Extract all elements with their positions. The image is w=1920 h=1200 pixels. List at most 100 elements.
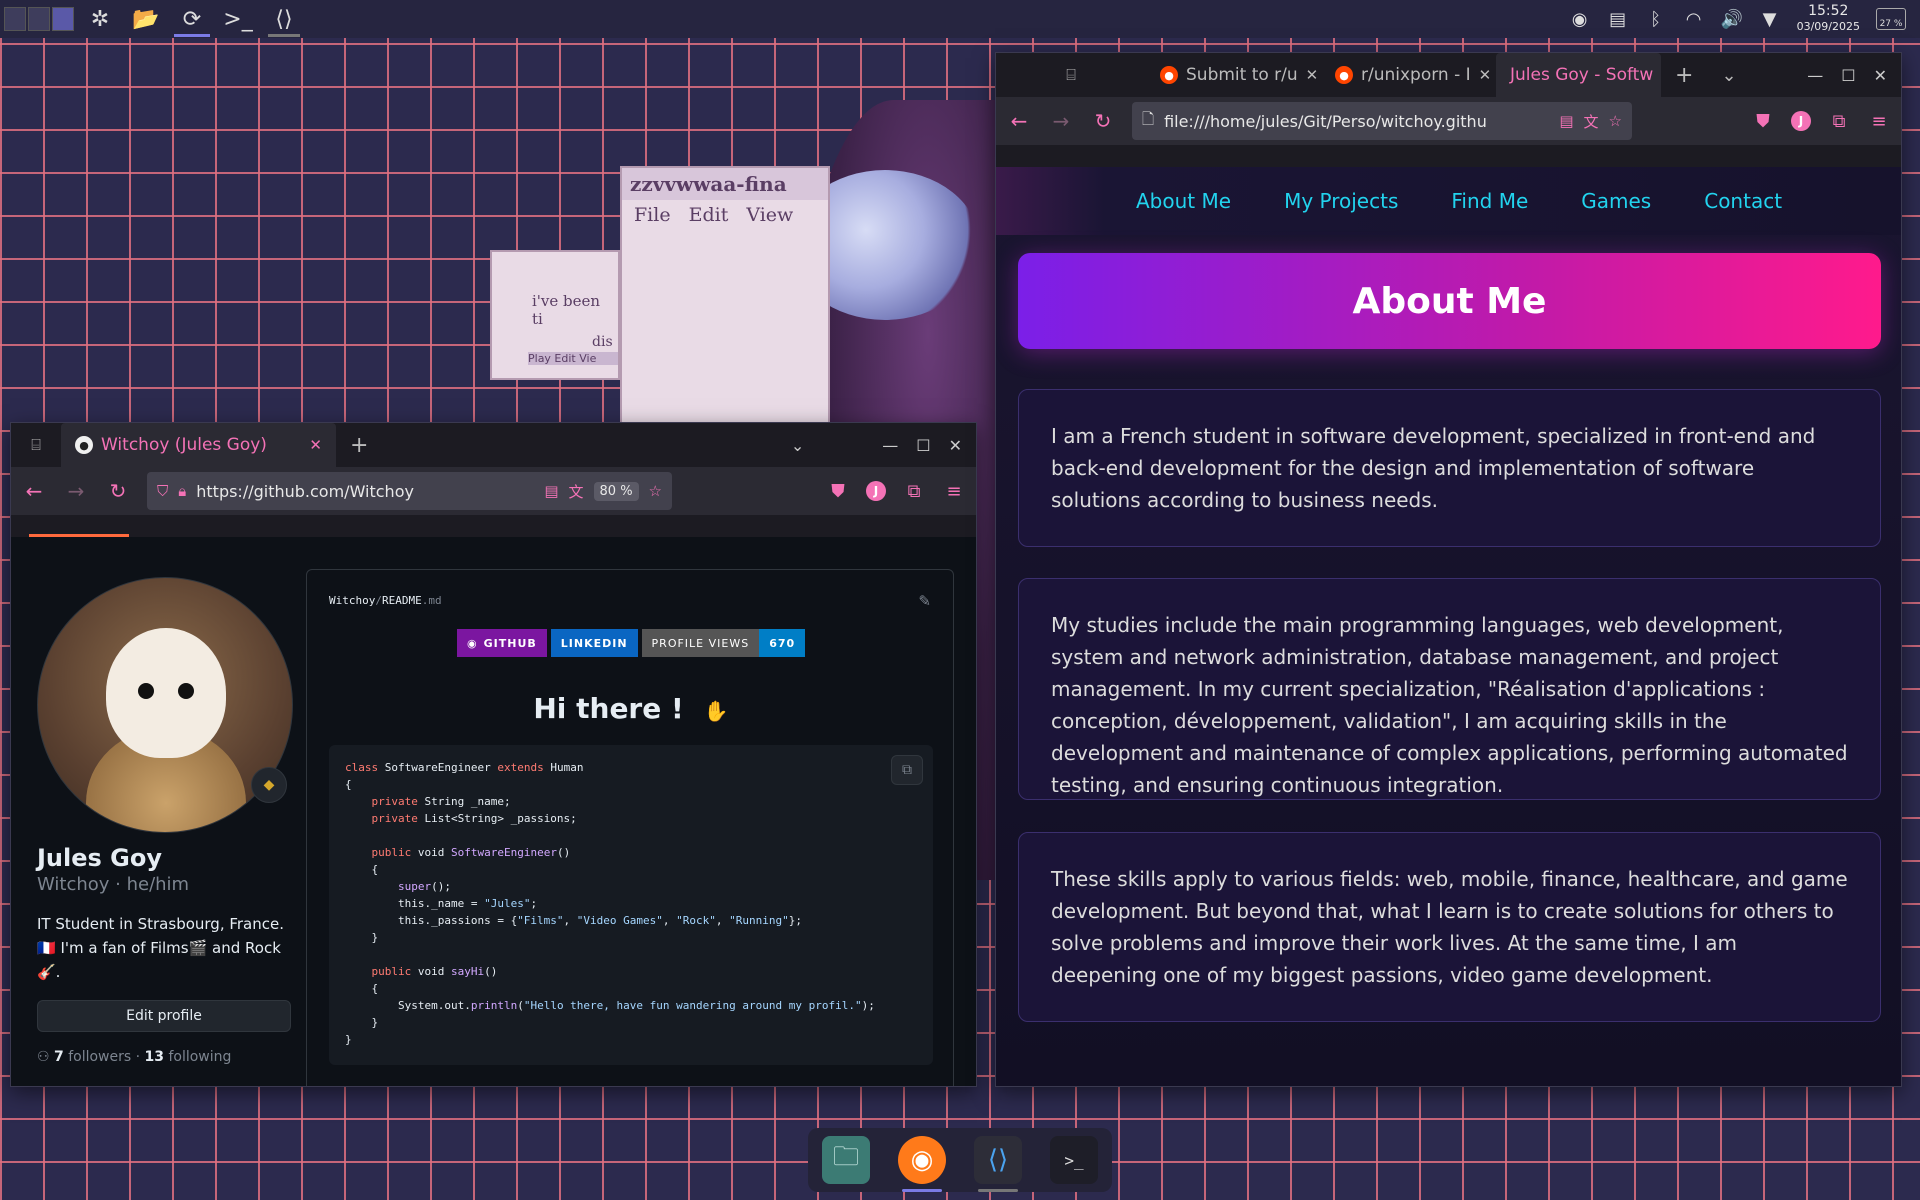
forward-icon[interactable]: → <box>63 479 89 503</box>
tab-unixporn[interactable]: ● r/unixporn - I ✕ <box>1321 53 1496 97</box>
gh-tab-bar: ⌸ ● Witchoy (Jules Goy) ✕ + ⌄ — ☐ ✕ <box>11 423 976 467</box>
tab-list-icon[interactable]: ⌄ <box>1707 65 1750 86</box>
wifi-icon[interactable]: ◠ <box>1683 9 1705 30</box>
terminal-dock-icon[interactable]: >_ <box>1050 1136 1098 1184</box>
tab-list-icon[interactable]: ⌄ <box>791 436 804 455</box>
tray-expand-icon[interactable]: ▼ <box>1759 9 1781 30</box>
copy-code-icon[interactable]: ⧉ <box>891 755 923 785</box>
discover-task-icon[interactable]: ⟳ <box>172 1 212 37</box>
site-tab-bar: ⌸ ● Submit to r/u ✕ ● r/unixporn - I ✕ J… <box>996 53 1901 97</box>
owl-eye-right <box>178 683 194 699</box>
tab-portfolio[interactable]: Jules Goy - Softw ✕ <box>1496 53 1661 97</box>
url-bar[interactable]: ⛉ 🔒︎ https://github.com/Witchoy ▤ 文 80 %… <box>147 472 672 510</box>
new-tab-button[interactable]: + <box>1661 63 1707 88</box>
nav-games[interactable]: Games <box>1581 189 1651 213</box>
translate-icon[interactable]: 文 <box>569 481 584 502</box>
following-count[interactable]: 13 <box>145 1049 164 1065</box>
kde-settings-icon[interactable]: ✲ <box>80 1 120 37</box>
account-avatar[interactable]: J <box>866 481 886 501</box>
wallpaper-retro-title: zzvvwwaa-fina <box>622 168 828 200</box>
followers-label[interactable]: followers <box>68 1049 131 1065</box>
github-browser-window: ⌸ ● Witchoy (Jules Goy) ✕ + ⌄ — ☐ ✕ ← → … <box>10 422 977 1087</box>
tab-github-profile[interactable]: ● Witchoy (Jules Goy) ✕ <box>61 423 336 467</box>
status-emoji-icon[interactable]: ◆ <box>251 767 287 803</box>
pocket-icon[interactable]: ⛊ <box>826 481 850 502</box>
tab-title: Witchoy (Jules Goy) <box>101 435 267 455</box>
reload-icon[interactable]: ↻ <box>1090 109 1116 133</box>
vscode-dock-icon[interactable]: ⟨⟩ <box>974 1136 1022 1192</box>
portfolio-browser-window: ⌸ ● Submit to r/u ✕ ● r/unixporn - I ✕ J… <box>995 52 1902 1087</box>
clipboard-tray-icon[interactable]: ▤ <box>1607 9 1629 30</box>
readme-owner[interactable]: Witchoy <box>329 594 375 607</box>
extensions-icon[interactable]: ⧉ <box>1827 111 1851 132</box>
tab-submit-reddit[interactable]: ● Submit to r/u ✕ <box>1146 53 1321 97</box>
reload-icon[interactable]: ↻ <box>105 479 131 503</box>
following-label[interactable]: following <box>168 1049 231 1065</box>
nav-contact[interactable]: Contact <box>1704 189 1782 213</box>
file-icon[interactable]: 🗋 <box>1142 109 1154 134</box>
nav-my-projects[interactable]: My Projects <box>1284 189 1398 213</box>
owl-face <box>106 628 226 758</box>
back-icon[interactable]: ← <box>1006 109 1032 133</box>
close-tab-icon[interactable]: ✕ <box>1479 66 1492 84</box>
close-tab-icon[interactable]: ✕ <box>309 436 322 454</box>
clock[interactable]: 15:52 03/09/2025 <box>1797 4 1860 34</box>
github-badge[interactable]: ◉ GITHUB <box>457 629 547 657</box>
url-bar[interactable]: 🗋 file:///home/jules/Git/Perso/witchoy.g… <box>1132 102 1632 140</box>
follow-stats: ⚇ 7 followers · 13 following <box>37 1049 231 1065</box>
followers-count[interactable]: 7 <box>54 1049 64 1065</box>
url-text[interactable]: https://github.com/Witchoy <box>196 482 534 501</box>
close-window-icon[interactable]: ✕ <box>1874 66 1887 85</box>
edit-profile-button[interactable]: Edit profile <box>37 1000 291 1032</box>
discord-tray-icon[interactable]: ◉ <box>1569 9 1591 30</box>
menu-icon[interactable]: ≡ <box>942 481 966 502</box>
desktop-1[interactable] <box>4 7 26 31</box>
file-manager-task-icon[interactable]: 📂 <box>126 1 166 37</box>
file-manager-dock-icon[interactable]: 🗀 <box>822 1136 870 1184</box>
vscode-task-icon[interactable]: ⟨⟩ <box>264 1 304 37</box>
bookmark-star-icon[interactable]: ☆ <box>649 482 662 500</box>
tracking-shield-icon[interactable]: ⛉ <box>157 482 168 500</box>
wallpaper-menu-file: File <box>634 204 671 226</box>
zoom-level[interactable]: 80 % <box>593 481 639 501</box>
url-text[interactable]: file:///home/jules/Git/Perso/witchoy.git… <box>1164 112 1549 131</box>
translate-icon[interactable]: 文 <box>1584 111 1599 132</box>
bio-line-1: IT Student in Strasbourg, France. <box>37 915 285 933</box>
nav-about-me[interactable]: About Me <box>1136 189 1231 213</box>
extensions-icon[interactable]: ⧉ <box>902 481 926 502</box>
reader-view-icon[interactable]: ▤ <box>544 482 558 500</box>
virtual-desktop-pager[interactable] <box>4 7 74 31</box>
menu-icon[interactable]: ≡ <box>1867 111 1891 132</box>
pocket-icon[interactable]: ⛊ <box>1751 111 1775 132</box>
firefox-dock-icon[interactable]: ◉ <box>898 1136 946 1192</box>
about-card-studies: My studies include the main programming … <box>1018 578 1881 800</box>
desktop-3[interactable] <box>52 7 74 31</box>
bluetooth-icon[interactable]: ᛒ <box>1645 9 1667 30</box>
battery-icon[interactable]: 27 % <box>1876 8 1906 30</box>
bio-line-2: 🇫🇷 I'm a fan of Films🎬 and Rock <box>37 939 281 957</box>
discord-badge-icon: ◉ <box>467 636 478 650</box>
minimize-icon[interactable]: — <box>882 436 898 455</box>
minimize-icon[interactable]: — <box>1807 66 1823 85</box>
maximize-icon[interactable]: ☐ <box>916 436 930 455</box>
tab-overview-icon[interactable]: ⌸ <box>996 65 1146 85</box>
back-icon[interactable]: ← <box>21 479 47 503</box>
forward-icon[interactable]: → <box>1048 109 1074 133</box>
nav-find-me[interactable]: Find Me <box>1451 189 1528 213</box>
edit-pencil-icon[interactable]: ✎ <box>918 592 931 610</box>
tab-overview-icon[interactable]: ⌸ <box>11 435 61 455</box>
close-window-icon[interactable]: ✕ <box>949 436 962 455</box>
maximize-icon[interactable]: ☐ <box>1841 66 1855 85</box>
account-avatar[interactable]: J <box>1791 111 1811 131</box>
bookmark-star-icon[interactable]: ☆ <box>1609 112 1622 130</box>
linkedin-badge[interactable]: LINKEDIN <box>550 629 638 657</box>
reader-view-icon[interactable]: ▤ <box>1559 112 1573 130</box>
desktop-2[interactable] <box>28 7 50 31</box>
close-tab-icon[interactable]: ✕ <box>1306 66 1319 84</box>
bio-line-3: 🎸. <box>37 963 61 981</box>
lock-icon[interactable]: 🔒︎ <box>178 482 186 500</box>
new-tab-button[interactable]: + <box>336 433 382 458</box>
terminal-task-icon[interactable]: >_ <box>218 1 258 37</box>
volume-icon[interactable]: 🔊 <box>1721 9 1743 30</box>
readme-file[interactable]: README <box>382 594 422 607</box>
